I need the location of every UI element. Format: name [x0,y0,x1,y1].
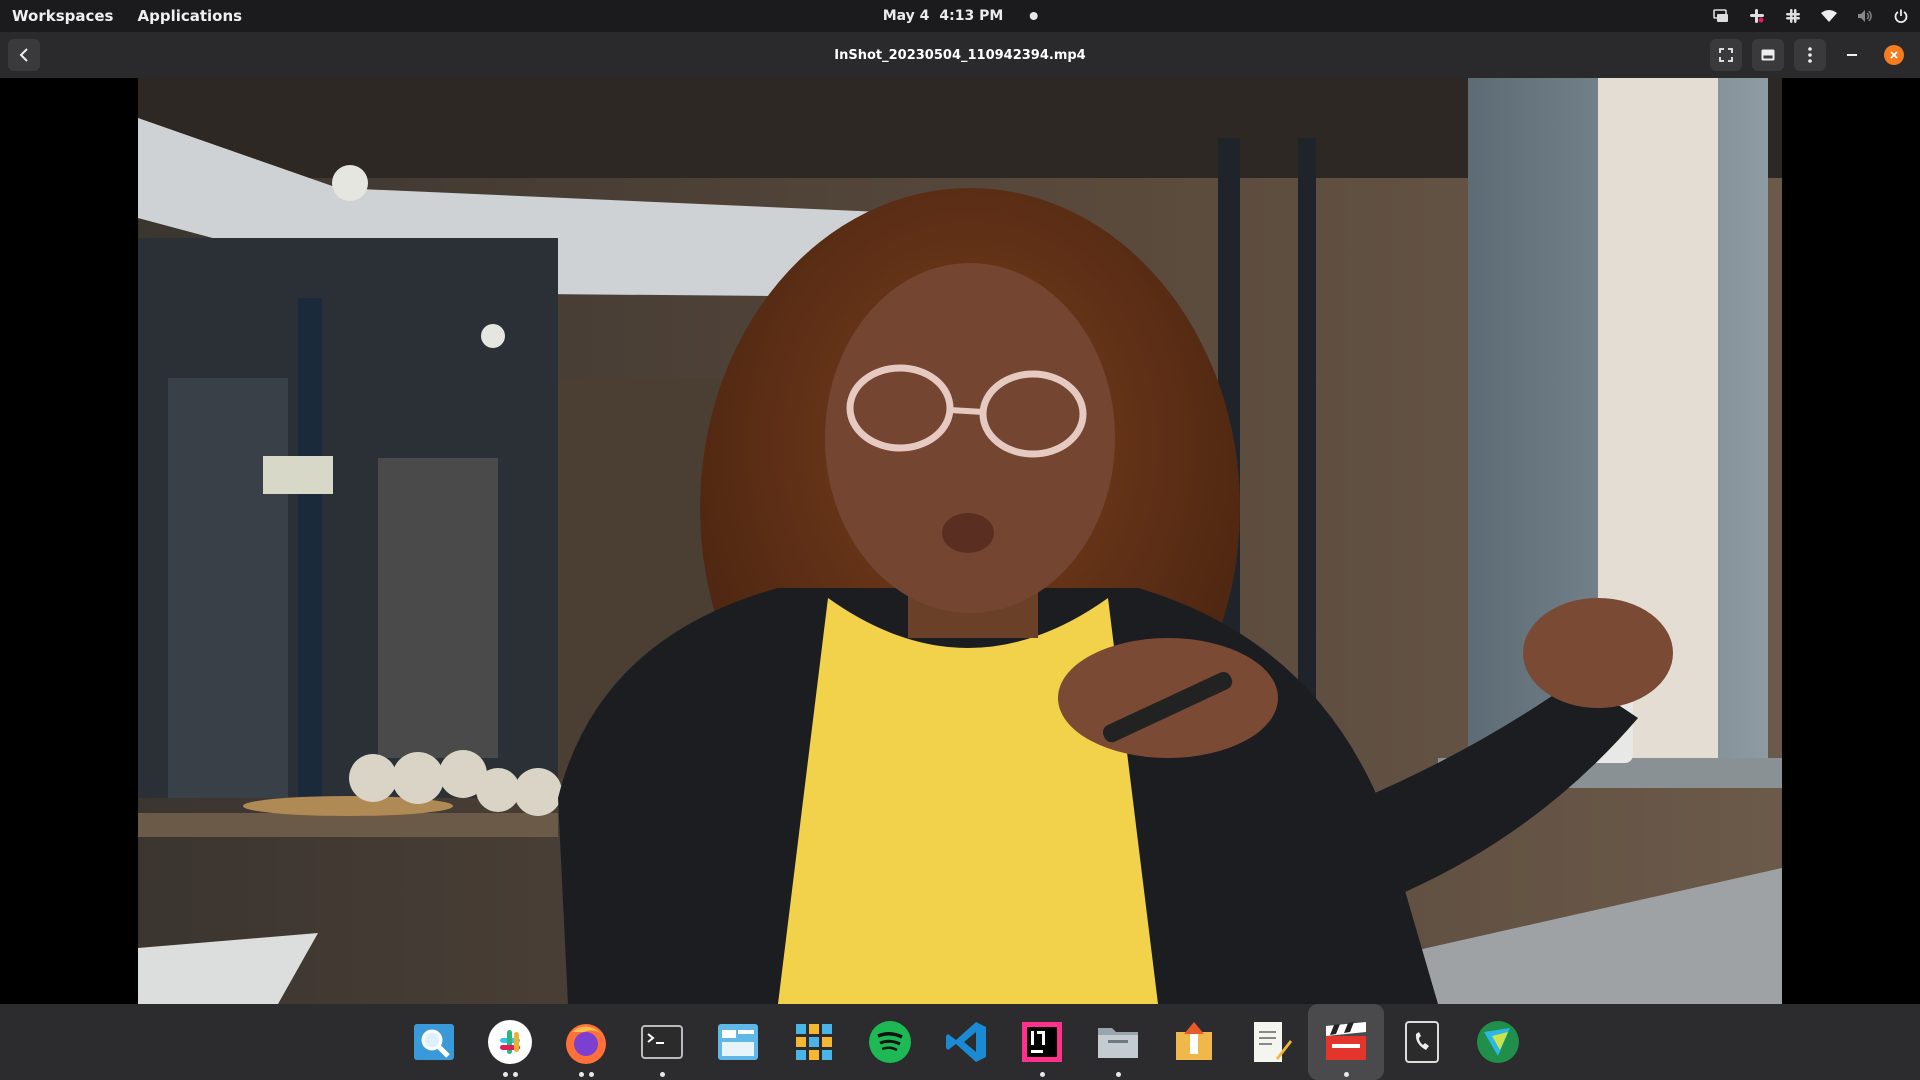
dock-item-video-player[interactable] [1308,1004,1384,1080]
back-button[interactable] [8,39,40,71]
top-panel: Workspaces Applications May 4 4:13 PM [0,0,1920,32]
video-player-app-icon [1326,1022,1366,1060]
close-icon [1884,45,1904,65]
clock[interactable]: May 4 4:13 PM [883,8,1038,24]
firefox-app-icon [566,1024,606,1064]
vscode-app-icon [946,1022,986,1062]
dock-item-notes[interactable] [1232,1004,1308,1080]
close-button[interactable] [1878,39,1910,71]
slack-tray-icon[interactable] [1748,7,1766,25]
player-headerbar: InShot_20230504_110942394.mp4 [0,32,1920,78]
search-app-icon [414,1024,454,1060]
subtitles-icon [1761,49,1775,61]
slack-app-icon [488,1020,532,1064]
video-still-image [138,78,1782,1004]
date-label: May 4 [882,8,930,24]
dock-item-files[interactable] [1080,1004,1156,1080]
maps-app-icon [1477,1021,1519,1063]
notes-app-icon [1254,1022,1292,1062]
intellij-app-icon [1022,1022,1062,1062]
menu-button[interactable] [1794,39,1826,71]
dock-item-phone[interactable] [1384,1004,1460,1080]
installer-app-icon [1176,1022,1212,1060]
applications-button[interactable]: Applications [137,7,242,25]
dock-item-intellij[interactable] [1004,1004,1080,1080]
dock-item-firefox[interactable] [548,1004,624,1080]
fullscreen-icon [1719,48,1733,62]
dock-item-spotify[interactable] [852,1004,928,1080]
dock-item-vscode[interactable] [928,1004,1004,1080]
volume-muted-icon[interactable] [1856,7,1874,25]
video-title: InShot_20230504_110942394.mp4 [834,47,1086,63]
workspaces-button[interactable]: Workspaces [12,7,113,25]
minimize-button[interactable] [1836,39,1868,71]
dock-item-maps[interactable] [1460,1004,1536,1080]
slack-tray-icon-2[interactable] [1784,7,1802,25]
notification-dot-icon [1029,12,1038,20]
spotify-app-icon [869,1021,911,1063]
app-grid-icon [796,1024,832,1060]
screen-share-icon[interactable] [1712,7,1730,25]
power-icon[interactable] [1892,7,1910,25]
video-area[interactable] [0,78,1920,1004]
subtitles-button[interactable] [1752,39,1784,71]
dock-item-slack[interactable] [472,1004,548,1080]
text-editor-app-icon [718,1024,758,1060]
dock [0,1004,1920,1080]
dock-item-terminal[interactable] [624,1004,700,1080]
phone-app-icon [1405,1021,1439,1063]
back-icon [19,48,28,62]
time-label: 4:13 PM [939,8,1004,24]
dock-item-search[interactable] [396,1004,472,1080]
menu-dots-icon [1808,47,1812,63]
dock-item-app-grid[interactable] [776,1004,852,1080]
dock-item-installer[interactable] [1156,1004,1232,1080]
video-frame[interactable] [138,78,1782,1004]
files-app-icon [1098,1028,1138,1058]
wifi-icon[interactable] [1820,7,1838,25]
minimize-icon [1847,54,1857,56]
terminal-app-icon [641,1025,683,1059]
fullscreen-button[interactable] [1710,39,1742,71]
dock-item-text-editor[interactable] [700,1004,776,1080]
